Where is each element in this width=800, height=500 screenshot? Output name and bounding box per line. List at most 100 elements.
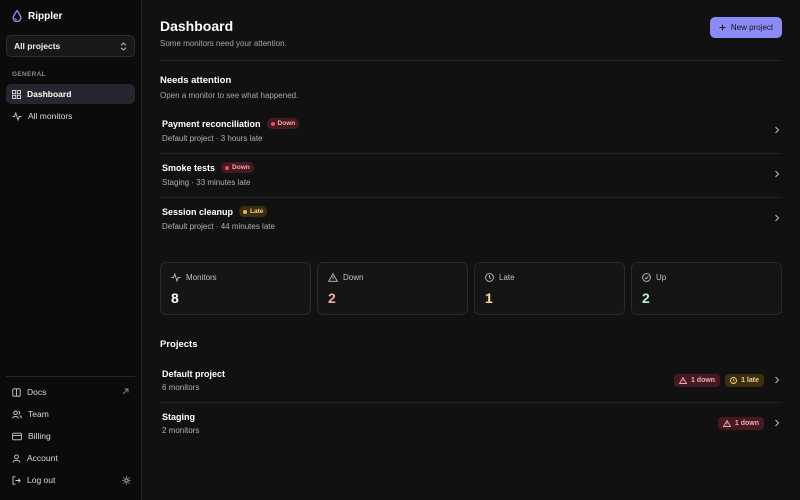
status-badge-down: Down bbox=[221, 162, 254, 173]
status-badge-label: Down bbox=[277, 120, 296, 127]
project-select[interactable]: All projects bbox=[6, 35, 135, 57]
monitor-name: Smoke tests bbox=[162, 162, 216, 173]
app-name: Rippler bbox=[28, 10, 63, 22]
row-divider bbox=[160, 402, 782, 403]
stat-card-monitors: Monitors 8 bbox=[160, 262, 311, 315]
book-icon bbox=[12, 387, 21, 397]
sidebar-item-label: Billing bbox=[28, 431, 51, 441]
clock-icon bbox=[485, 273, 494, 282]
warning-icon bbox=[328, 273, 338, 282]
sidebar-item-account[interactable]: Account bbox=[6, 448, 135, 468]
sidebar-item-label: All monitors bbox=[28, 111, 73, 121]
monitor-name: Payment reconciliation bbox=[162, 118, 261, 129]
attention-row-title: Payment reconciliation Down bbox=[162, 118, 300, 129]
users-icon bbox=[12, 410, 22, 419]
monitor-name: Session cleanup bbox=[162, 206, 234, 217]
sidebar-item-label: Team bbox=[28, 409, 49, 419]
plus-icon bbox=[719, 24, 726, 31]
project-select-value: All projects bbox=[14, 41, 61, 51]
clock-icon bbox=[730, 377, 738, 384]
stat-card-down: Down 2 bbox=[317, 262, 468, 315]
needs-attention-subtitle: Open a monitor to see what happened. bbox=[160, 91, 299, 100]
stat-label-text: Up bbox=[656, 273, 667, 282]
late-count-badge: 1 late bbox=[725, 374, 764, 387]
chevron-right-icon bbox=[774, 214, 780, 222]
logout-icon bbox=[12, 475, 21, 485]
project-meta: 2 monitors bbox=[162, 426, 200, 435]
stat-label: Down bbox=[328, 273, 363, 282]
status-dot bbox=[243, 209, 248, 214]
stat-card-late: Late 1 bbox=[474, 262, 625, 315]
chevron-right-icon bbox=[774, 376, 780, 384]
project-badges: 1 down 1 late bbox=[673, 374, 764, 387]
sidebar-divider bbox=[6, 376, 135, 377]
status-badge-label: Late bbox=[250, 208, 264, 215]
sidebar-item-label: Dashboard bbox=[27, 89, 72, 99]
droplet-logo-icon bbox=[12, 10, 22, 22]
down-count-label: 1 down bbox=[690, 377, 716, 384]
attention-row-session-cleanup[interactable]: Session cleanup Late Default project · 4… bbox=[160, 197, 782, 241]
sidebar-item-docs[interactable]: Docs bbox=[6, 382, 135, 402]
check-circle-icon bbox=[642, 273, 651, 282]
monitor-meta: Staging · 33 minutes late bbox=[162, 178, 251, 187]
stat-value: 2 bbox=[328, 290, 336, 306]
chevron-up-down-icon bbox=[120, 41, 127, 51]
warning-icon bbox=[722, 420, 731, 427]
stat-value: 2 bbox=[642, 290, 650, 306]
sidebar-item-label: Docs bbox=[27, 387, 47, 397]
sidebar-item-team[interactable]: Team bbox=[6, 404, 135, 424]
status-dot bbox=[225, 165, 230, 170]
project-row-staging[interactable]: Staging 2 monitors 1 down bbox=[160, 404, 782, 444]
header-divider bbox=[160, 60, 782, 61]
sidebar-item-label: Account bbox=[27, 453, 58, 463]
theme-toggle-icon[interactable] bbox=[122, 476, 131, 485]
down-count-badge: 1 down bbox=[673, 374, 721, 387]
user-icon bbox=[12, 453, 21, 463]
sidebar: Rippler All projects GENERAL Dashboard A… bbox=[0, 0, 142, 500]
external-link-icon bbox=[122, 388, 129, 395]
nav-section-label: GENERAL bbox=[12, 71, 46, 78]
dashboard-icon bbox=[12, 89, 21, 99]
status-dot bbox=[270, 121, 275, 126]
project-badges: 1 down bbox=[717, 417, 764, 430]
stat-label: Monitors bbox=[171, 273, 217, 282]
stat-label-text: Down bbox=[343, 273, 364, 282]
late-count-label: 1 late bbox=[741, 377, 759, 384]
project-name: Staging bbox=[162, 412, 195, 422]
stat-value: 8 bbox=[171, 290, 179, 306]
project-meta: 6 monitors bbox=[162, 383, 200, 392]
monitor-meta: Default project · 44 minutes late bbox=[162, 222, 275, 231]
stat-card-up: Up 2 bbox=[631, 262, 782, 315]
chevron-right-icon bbox=[774, 126, 780, 134]
page-title: Dashboard bbox=[160, 18, 234, 34]
status-badge-label: Down bbox=[232, 164, 250, 171]
activity-icon bbox=[12, 111, 22, 121]
attention-row-title: Session cleanup Late bbox=[162, 206, 268, 217]
project-row-default-project[interactable]: Default project 6 monitors 1 down 1 late bbox=[160, 361, 782, 401]
attention-row-payment-reconciliation[interactable]: Payment reconciliation Down Default proj… bbox=[160, 109, 782, 153]
sidebar-item-all-monitors[interactable]: All monitors bbox=[6, 106, 135, 126]
sidebar-item-label: Log out bbox=[27, 475, 56, 485]
down-count-badge: 1 down bbox=[717, 417, 764, 430]
monitor-meta: Default project · 3 hours late bbox=[162, 134, 263, 143]
stat-label: Up bbox=[642, 273, 666, 282]
sidebar-item-logout[interactable]: Log out bbox=[6, 470, 135, 490]
chevron-right-icon bbox=[774, 419, 780, 427]
card-icon bbox=[12, 432, 22, 441]
chevron-right-icon bbox=[774, 170, 780, 178]
stat-label-text: Monitors bbox=[186, 273, 217, 282]
brand[interactable]: Rippler bbox=[12, 10, 62, 22]
stat-label-text: Late bbox=[499, 273, 515, 282]
sidebar-item-dashboard[interactable]: Dashboard bbox=[6, 84, 135, 104]
status-badge-down: Down bbox=[266, 118, 300, 129]
project-name: Default project bbox=[162, 369, 226, 379]
warning-icon bbox=[678, 377, 687, 384]
attention-row-smoke-tests[interactable]: Smoke tests Down Staging · 33 minutes la… bbox=[160, 153, 782, 197]
sidebar-item-billing[interactable]: Billing bbox=[6, 426, 135, 446]
attention-row-title: Smoke tests Down bbox=[162, 162, 254, 173]
new-project-label: New project bbox=[730, 23, 774, 32]
stat-value: 1 bbox=[485, 290, 493, 306]
activity-icon bbox=[171, 273, 181, 282]
new-project-button[interactable]: New project bbox=[710, 17, 782, 38]
main-content: Dashboard Some monitors need your attent… bbox=[142, 0, 800, 500]
